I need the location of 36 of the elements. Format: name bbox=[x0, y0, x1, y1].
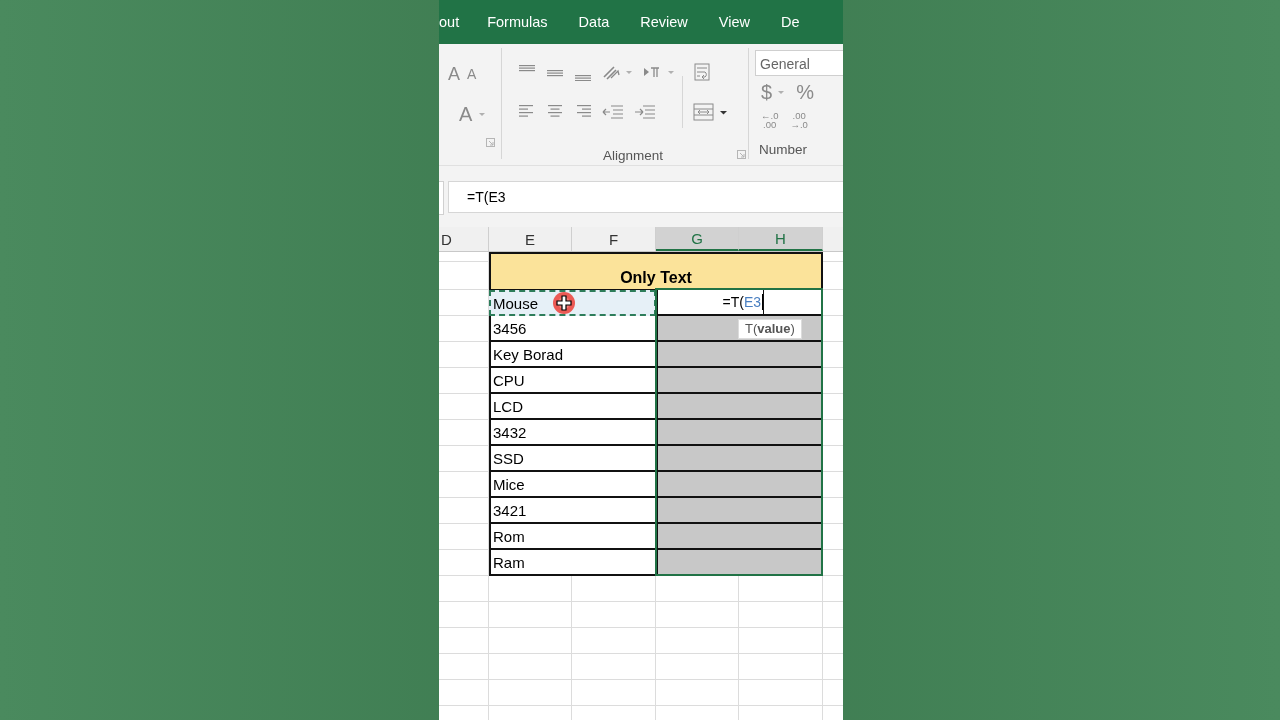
ribbon-tab[interactable]: out bbox=[439, 14, 474, 30]
ribbon-tab[interactable]: De bbox=[780, 14, 814, 30]
dialog-launcher-icon[interactable] bbox=[486, 138, 495, 147]
orientation-icon[interactable] bbox=[602, 63, 632, 81]
table-cell[interactable]: Mice bbox=[489, 472, 656, 498]
group-label: Alignment bbox=[602, 148, 663, 163]
ribbon-tab[interactable]: Review bbox=[640, 14, 702, 30]
table-cell[interactable]: Rom bbox=[489, 524, 656, 550]
table-cell[interactable]: SSD bbox=[489, 446, 656, 472]
group-label: Number bbox=[758, 142, 808, 157]
table-cell[interactable]: 3456 bbox=[489, 316, 656, 342]
formula-field[interactable]: =T(E3 bbox=[448, 181, 843, 213]
increase-indent-icon[interactable] bbox=[634, 103, 656, 121]
merged-title-cell[interactable]: Only Text bbox=[489, 252, 823, 290]
number-format-field[interactable]: General bbox=[755, 50, 843, 76]
merge-cells-icon[interactable] bbox=[693, 102, 729, 122]
table-cell[interactable]: Key Borad bbox=[489, 342, 656, 368]
column-header[interactable]: D bbox=[439, 227, 489, 251]
caret-icon[interactable] bbox=[778, 90, 785, 94]
caret-icon[interactable] bbox=[479, 112, 486, 116]
table-cell[interactable]: CPU bbox=[489, 368, 656, 394]
dialog-launcher-icon[interactable] bbox=[737, 150, 746, 159]
table-cell[interactable]: Ram bbox=[489, 550, 656, 576]
function-tooltip: T(value) bbox=[738, 319, 802, 339]
column-header[interactable]: H bbox=[739, 227, 823, 251]
column-header[interactable]: E bbox=[489, 227, 572, 251]
click-highlight-icon[interactable] bbox=[553, 292, 575, 314]
column-header[interactable]: G bbox=[656, 227, 739, 251]
table-cell[interactable]: LCD bbox=[489, 394, 656, 420]
table-cell[interactable]: 3421 bbox=[489, 498, 656, 524]
ribbon-tab[interactable]: Data bbox=[578, 14, 624, 30]
decrease-indent-icon[interactable] bbox=[602, 103, 624, 121]
ribbon-tab[interactable]: Formulas bbox=[487, 14, 562, 30]
table-cell[interactable]: 3432 bbox=[489, 420, 656, 446]
ribbon-tab[interactable]: View bbox=[718, 14, 764, 30]
table-cell[interactable]: Mouse bbox=[489, 290, 656, 316]
